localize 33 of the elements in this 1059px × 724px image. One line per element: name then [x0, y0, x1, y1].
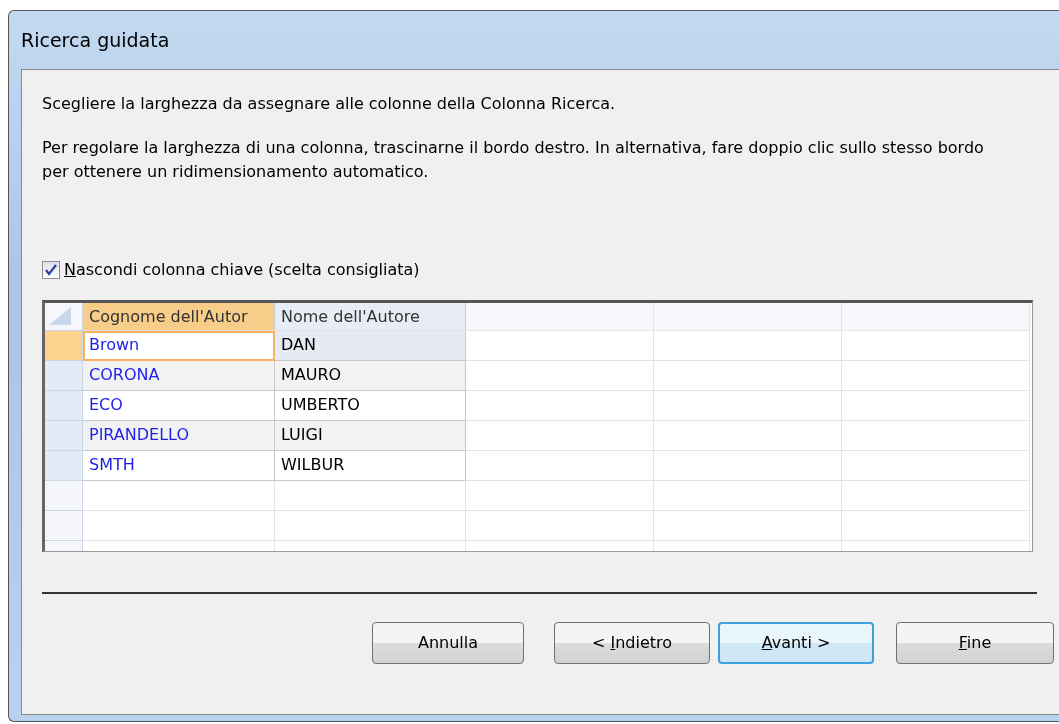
column-header[interactable]: [654, 303, 842, 331]
wizard-button[interactable]: < Indietro: [554, 622, 710, 664]
wizard-button[interactable]: Annulla: [372, 622, 524, 664]
corner-triangle-icon: [49, 307, 71, 325]
table-cell: PIRANDELLO: [83, 421, 275, 451]
table-cell: MAURO: [275, 361, 466, 391]
instruction-text: Per regolare la larghezza di una colonna, trascinarne il bordo destro. In alternativa, fare doppio clic sullo stesso bordo per ottenere un ridimensionamento automatico.: [42, 137, 985, 183]
window-title: Ricerca guidata: [21, 27, 170, 53]
table-cell: WILBUR: [275, 451, 466, 481]
select-all-corner[interactable]: [45, 303, 83, 331]
table-cell: SMTH: [83, 451, 275, 481]
column-header[interactable]: Nome dell'Autore: [275, 303, 466, 331]
wizard-button[interactable]: Avanti >: [718, 622, 874, 664]
column-header[interactable]: [466, 303, 654, 331]
row-selector[interactable]: [45, 331, 83, 361]
row-selector[interactable]: [45, 421, 83, 451]
checkbox[interactable]: [42, 261, 60, 279]
instruction-text: Scegliere la larghezza da assegnare alle colonne della Colonna Ricerca.: [42, 93, 617, 115]
table-cell: ECO: [83, 391, 275, 421]
checkbox-label[interactable]: Nascondi colonna chiave (scelta consigliata): [64, 258, 420, 282]
row-selector[interactable]: [45, 451, 83, 481]
row-selector[interactable]: [45, 481, 83, 511]
table-cell: Brown: [83, 331, 275, 361]
table-cell: CORONA: [83, 361, 275, 391]
row-selector[interactable]: [45, 391, 83, 421]
table-cell: LUIGI: [275, 421, 466, 451]
column-header[interactable]: Cognome dell'Autor: [83, 303, 275, 331]
column-header[interactable]: [842, 303, 1030, 331]
row-selector[interactable]: [45, 361, 83, 391]
wizard-button[interactable]: Fine: [896, 622, 1054, 664]
table-cell: UMBERTO: [275, 391, 466, 421]
table-cell: DAN: [275, 331, 466, 361]
row-selector[interactable]: [45, 511, 83, 541]
